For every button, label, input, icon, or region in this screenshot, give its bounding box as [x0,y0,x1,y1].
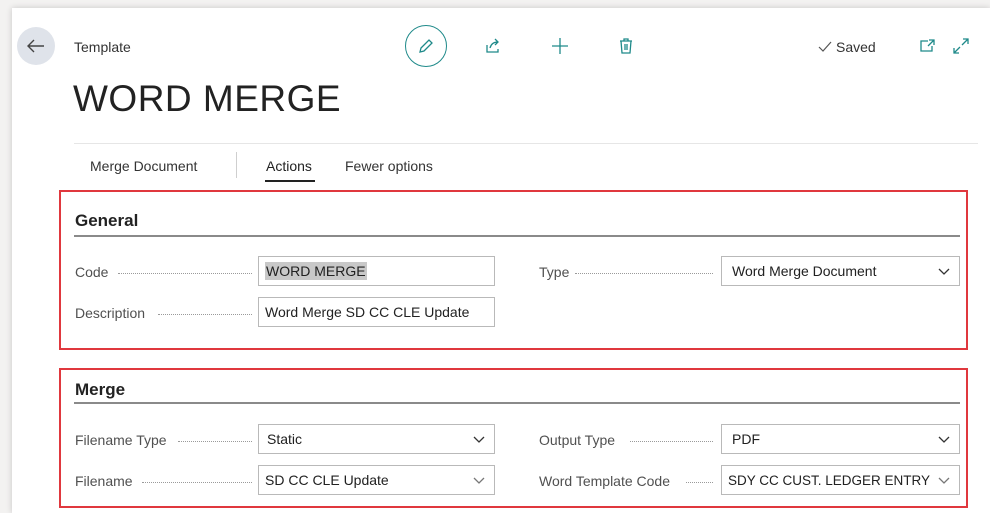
filename-type-label: Filename Type [75,432,167,448]
share-button[interactable] [482,36,504,56]
code-field[interactable]: WORD MERGE [258,256,495,286]
open-in-new-window-button[interactable] [917,37,937,55]
saved-status: Saved [818,39,876,55]
saved-label: Saved [836,39,876,55]
code-leader [118,273,252,275]
actions-menu[interactable]: Actions [266,158,312,174]
chevron-down-icon [938,436,950,443]
filename-label: Filename [75,473,133,489]
merge-section-rule [74,402,960,404]
actions-underline [265,180,315,182]
word-template-code-value: SDY CC CUST. LEDGER ENTRY [728,472,931,488]
checkmark-icon [818,41,832,52]
output-type-value: PDF [732,431,760,447]
type-leader [575,273,713,275]
expand-icon [953,38,969,54]
pencil-icon [419,39,433,53]
delete-button[interactable] [615,36,637,56]
action-separator [236,152,237,178]
filename-type-select[interactable]: Static [258,424,495,454]
trash-icon [620,38,632,54]
filename-leader [142,482,252,484]
action-bar-divider [74,143,978,144]
share-icon [486,38,499,53]
page-title: WORD MERGE [73,78,342,119]
general-section-title[interactable]: General [75,211,138,231]
output-type-leader [630,441,713,443]
new-button[interactable] [549,36,571,56]
output-type-select[interactable]: PDF [721,424,960,454]
edit-button[interactable] [405,25,447,67]
code-label: Code [75,264,109,280]
word-template-code-label: Word Template Code [539,473,670,489]
chevron-down-icon [938,268,950,275]
word-template-code-select[interactable]: SDY CC CUST. LEDGER ENTRY [721,465,960,495]
expand-button[interactable] [951,37,971,55]
type-label: Type [539,264,570,280]
plus-icon [552,38,568,54]
general-section-rule [74,235,960,237]
filename-value: SD CC CLE Update [265,472,389,488]
filename-select[interactable]: SD CC CLE Update [258,465,495,495]
type-value: Word Merge Document [732,263,877,279]
code-value: WORD MERGE [265,262,367,280]
description-leader [158,314,252,316]
merge-document-action[interactable]: Merge Document [90,158,197,174]
chevron-down-icon [473,477,485,484]
open-new-window-icon [920,39,935,52]
word-template-code-leader [686,482,713,484]
page-caption: Template [74,39,131,55]
filename-type-value: Static [267,431,303,447]
merge-section-title[interactable]: Merge [75,380,125,400]
description-label: Description [75,305,146,321]
filename-type-leader [178,441,252,443]
output-type-label: Output Type [539,432,616,448]
back-button[interactable] [17,27,55,65]
description-field[interactable]: Word Merge SD CC CLE Update [258,297,495,327]
chevron-down-icon [938,477,950,484]
type-select[interactable]: Word Merge Document [721,256,960,286]
chevron-down-icon [473,436,485,443]
back-arrow-icon [27,39,44,53]
fewer-options-action[interactable]: Fewer options [345,158,433,174]
description-value: Word Merge SD CC CLE Update [265,304,470,320]
